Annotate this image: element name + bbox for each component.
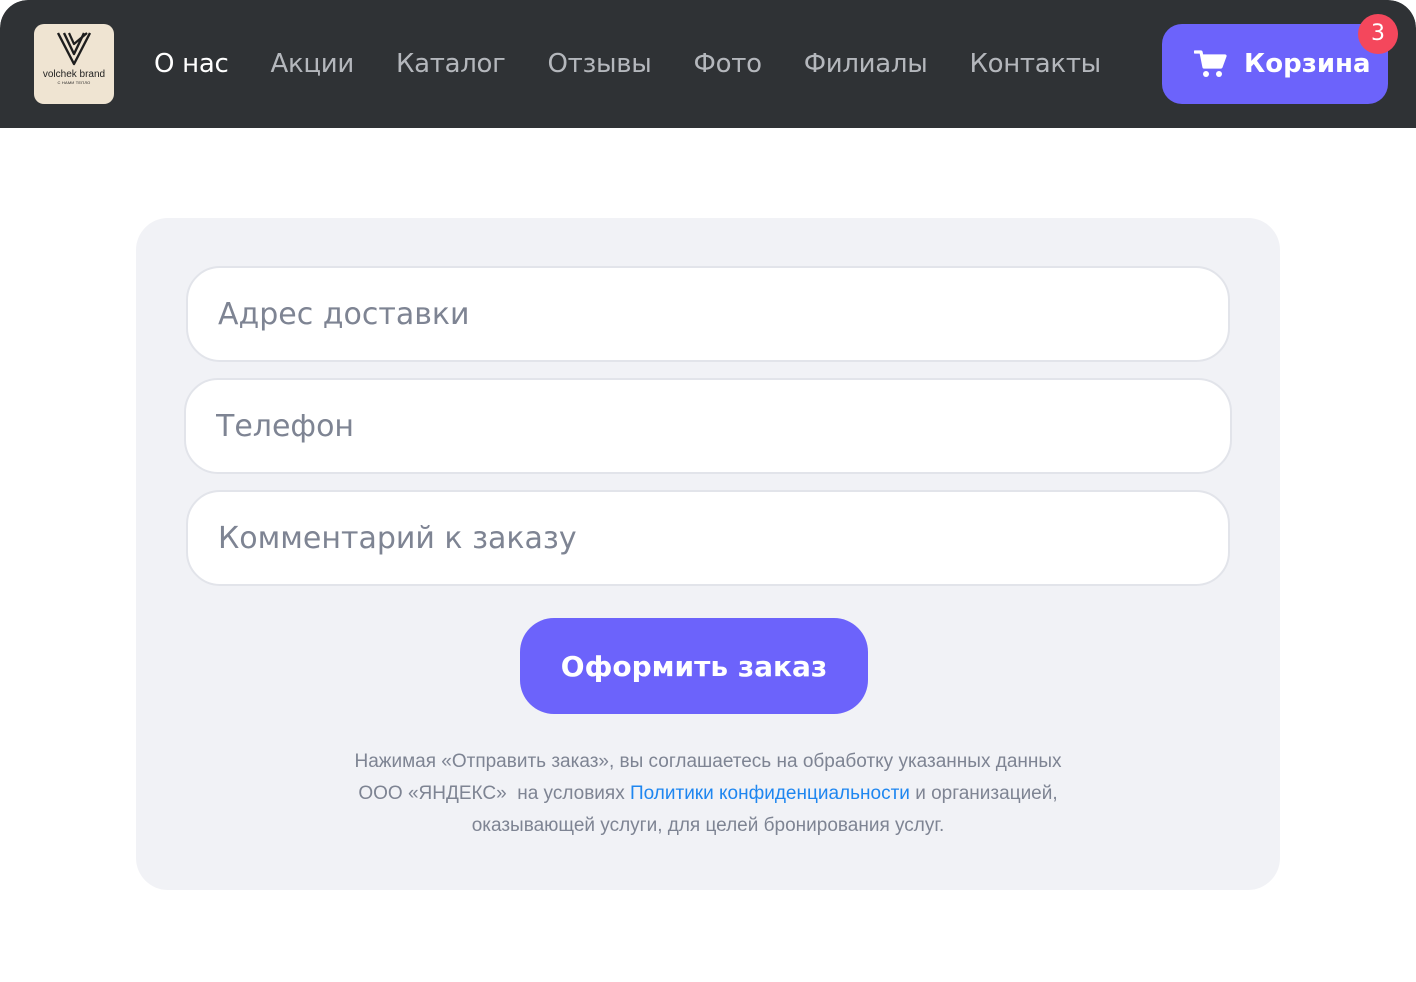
nav-item-promotions[interactable]: Акции <box>270 44 354 84</box>
nav-item-contacts[interactable]: Контакты <box>969 44 1101 84</box>
brand-tagline: С НАМИ ТЕПЛО <box>57 80 91 85</box>
cart-count-badge: 3 <box>1358 14 1398 54</box>
main-nav: О нас Акции Каталог Отзывы Фото Филиалы … <box>154 44 1101 84</box>
nav-item-branches[interactable]: Филиалы <box>804 44 928 84</box>
address-input[interactable] <box>186 266 1230 362</box>
consent-disclaimer: Нажимая «Отправить заказ», вы соглашаете… <box>236 746 1180 842</box>
order-form-card: Оформить заказ Нажимая «Отправить заказ»… <box>136 218 1280 890</box>
nav-item-about[interactable]: О нас <box>154 44 229 84</box>
brand-logo[interactable]: volchek brand С НАМИ ТЕПЛО <box>34 24 114 104</box>
nav-item-reviews[interactable]: Отзывы <box>548 44 652 84</box>
cart-label: Корзина <box>1244 49 1371 79</box>
privacy-policy-link[interactable]: Политики конфиденциальности <box>630 783 910 804</box>
disclaimer-line2-suffix: и организацией, <box>909 783 1058 804</box>
nav-item-photo[interactable]: Фото <box>694 44 762 84</box>
cart-button[interactable]: Корзина <box>1162 24 1388 104</box>
disclaimer-line1: Нажимая «Отправить заказ», вы соглашаете… <box>354 751 1062 772</box>
page: volchek brand С НАМИ ТЕПЛО О нас Акции К… <box>0 0 1416 982</box>
site-header: volchek brand С НАМИ ТЕПЛО О нас Акции К… <box>0 0 1416 128</box>
disclaimer-line2-prefix: ООО «ЯНДЕКС» на условиях <box>358 783 630 804</box>
brand-name: volchek brand <box>42 69 106 80</box>
nav-item-catalog[interactable]: Каталог <box>396 44 506 84</box>
submit-order-button[interactable]: Оформить заказ <box>520 618 868 714</box>
brand-v-icon <box>56 32 92 66</box>
comment-input[interactable] <box>186 490 1230 586</box>
cart-icon <box>1194 50 1227 77</box>
phone-input[interactable] <box>184 378 1232 474</box>
disclaimer-line3: оказывающей услуги, для целей бронирован… <box>471 815 945 836</box>
